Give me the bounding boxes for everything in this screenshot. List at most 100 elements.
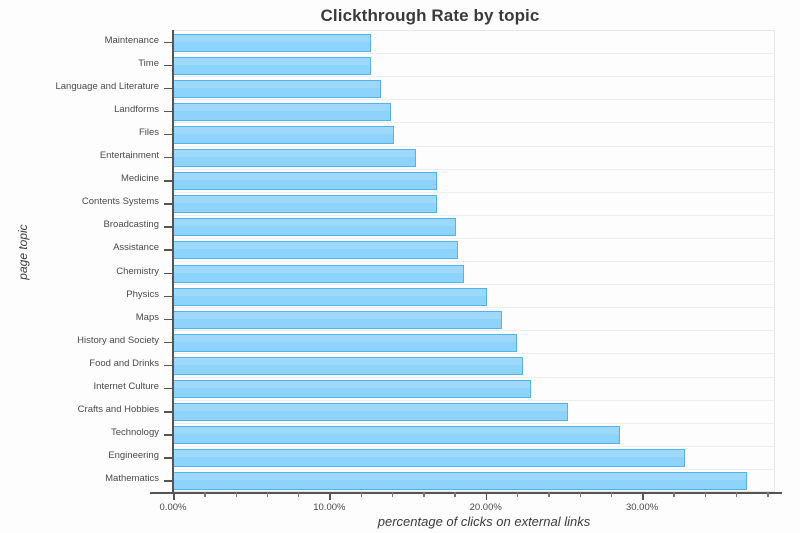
x-axis-minor-tick	[235, 492, 237, 497]
gridline	[173, 445, 774, 447]
y-axis-tick-label: Landforms	[114, 103, 159, 115]
plot-area	[173, 30, 775, 492]
gridline	[173, 53, 774, 55]
y-axis-tick	[164, 480, 173, 482]
x-axis-tick-label: 20.00%	[469, 502, 502, 513]
bar[interactable]	[173, 449, 686, 468]
gridline	[173, 99, 774, 101]
x-axis-minor-tick	[204, 492, 206, 497]
y-axis-tick	[164, 133, 173, 136]
bar[interactable]	[173, 56, 372, 75]
x-axis-line	[150, 492, 782, 494]
y-axis-tick	[164, 457, 173, 459]
gridline	[173, 261, 774, 262]
y-axis-tick	[164, 341, 173, 344]
x-axis-tick-label: 0.00%	[159, 502, 187, 513]
bar[interactable]	[173, 149, 417, 168]
y-axis-tick-label: Crafts and Hobbies	[77, 404, 159, 416]
x-axis-minor-tick	[704, 492, 707, 497]
bar[interactable]	[173, 472, 748, 491]
gridline	[173, 145, 774, 147]
x-axis-minor-tick	[391, 492, 394, 497]
bar[interactable]	[173, 333, 518, 352]
y-axis-tick	[164, 318, 173, 321]
y-axis-title: page topic	[16, 224, 30, 280]
x-axis-minor-tick	[298, 492, 300, 497]
y-axis-tick	[164, 434, 173, 436]
y-axis-tick-label: Maps	[135, 311, 159, 323]
y-axis-line	[172, 30, 174, 493]
y-axis-tick-label: Internet Culture	[93, 381, 159, 393]
x-axis-minor-tick	[579, 492, 581, 497]
bar[interactable]	[173, 79, 382, 98]
x-axis-minor-tick	[517, 492, 519, 497]
y-axis-tick-label: Contents Systems	[81, 196, 159, 208]
y-axis-tick-label: Medicine	[120, 173, 159, 185]
y-axis-tick	[164, 226, 173, 228]
x-axis-tick-label: 10.00%	[313, 502, 346, 513]
clickthrough-rate-chart: Clickthrough Rate by topic Maintenance Ti…	[0, 0, 800, 533]
gridline	[173, 122, 774, 124]
y-axis-tick	[164, 41, 173, 43]
bar[interactable]	[173, 125, 395, 144]
x-axis-tick	[173, 492, 175, 500]
y-axis-tick-label: Files	[138, 126, 159, 138]
bar[interactable]	[173, 172, 438, 191]
x-axis-minor-tick	[673, 492, 675, 497]
y-axis-tick-label: Language and Literature	[55, 80, 159, 92]
x-axis-minor-tick	[360, 492, 363, 497]
x-axis-title: percentage of clicks on external links	[377, 514, 591, 529]
bar[interactable]	[173, 426, 621, 445]
y-axis-tick-label: Engineering	[108, 450, 159, 462]
y-axis-tick-label: History and Society	[77, 334, 159, 346]
gridline	[173, 468, 774, 470]
gridline	[173, 76, 774, 78]
gridline	[173, 399, 774, 401]
bar[interactable]	[173, 102, 392, 121]
gridline	[173, 353, 774, 355]
x-axis-minor-tick	[735, 492, 738, 497]
gridline	[173, 330, 774, 332]
y-axis-tick	[164, 87, 173, 90]
gridline	[173, 422, 774, 424]
bar[interactable]	[173, 218, 457, 237]
y-axis-tick	[164, 249, 173, 251]
y-axis-tick-label: Mathematics	[105, 473, 159, 485]
y-axis-tick	[164, 157, 173, 159]
bar[interactable]	[173, 195, 438, 214]
y-axis-tick-label: Maintenance	[104, 34, 159, 46]
gridline	[173, 168, 774, 170]
gridline	[173, 237, 774, 239]
y-axis-tick	[164, 411, 173, 413]
bar[interactable]	[173, 33, 372, 52]
x-axis-tick	[642, 492, 644, 500]
gridline	[173, 214, 774, 216]
y-axis-tick	[164, 388, 173, 390]
y-axis-tick	[164, 364, 173, 367]
x-axis-minor-tick	[266, 492, 269, 497]
gridline	[173, 191, 774, 193]
y-axis-tick	[164, 110, 173, 113]
bar[interactable]	[173, 287, 488, 306]
x-axis-minor-tick	[423, 492, 425, 497]
y-axis-tick	[164, 64, 173, 67]
bar[interactable]	[173, 403, 569, 422]
bar[interactable]	[173, 356, 524, 375]
gridline	[173, 376, 774, 378]
x-axis-minor-tick	[610, 492, 613, 497]
y-axis-tick-label: Food and Drinks	[89, 357, 159, 369]
chart-title: Clickthrough Rate by topic	[320, 6, 540, 25]
bar[interactable]	[173, 264, 465, 283]
bar[interactable]	[173, 241, 459, 260]
y-axis-tick	[164, 295, 173, 298]
gridline	[173, 284, 774, 286]
x-axis-tick	[485, 492, 488, 500]
y-axis-tick	[164, 272, 173, 274]
bar[interactable]	[173, 310, 503, 329]
y-axis-tick	[164, 203, 173, 205]
x-axis-minor-tick	[454, 492, 456, 497]
bar[interactable]	[173, 380, 532, 399]
y-axis-tick	[164, 180, 173, 182]
y-axis-tick-label: Time	[138, 57, 159, 69]
x-axis-tick	[329, 492, 331, 500]
